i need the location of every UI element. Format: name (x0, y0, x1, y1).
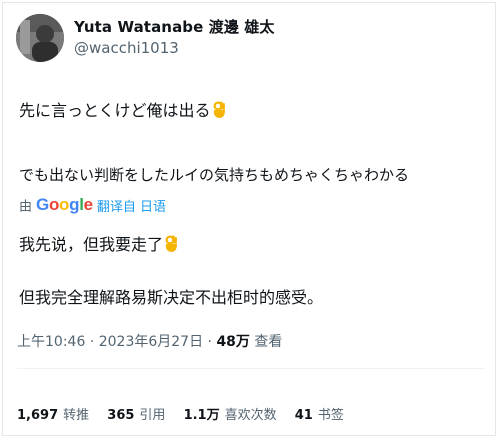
avatar-photo (16, 14, 64, 62)
retweets-label: 转推 (63, 408, 90, 423)
translation-source-link[interactable]: 翻译自 日语 (97, 200, 166, 215)
translation-line-1: 我先说，但我要走了 (19, 231, 178, 257)
tweet-text-line-1: 先に言っとくけど俺は出る (19, 97, 226, 123)
quotes-label: 引用 (139, 408, 166, 423)
divider (17, 368, 485, 369)
meta-separator: · (89, 334, 95, 350)
avatar[interactable] (16, 14, 64, 62)
tweet-card: Yuta Watanabe 渡邊 雄太 @wacchi1013 先に言っとくけど… (2, 2, 496, 436)
likes-label: 喜欢次数 (224, 408, 277, 423)
ok-hand-icon (212, 101, 226, 123)
views-label: 查看 (254, 334, 283, 350)
translation-line-2: 但我完全理解路易斯决定不出柜时的感受。 (19, 288, 324, 307)
quotes-stat[interactable]: 365 引用 (107, 408, 165, 423)
likes-count: 1.1万 (183, 408, 220, 423)
user-display-name[interactable]: Yuta Watanabe 渡邊 雄太 (74, 16, 274, 37)
engagement-stats: 1,697 转推 365 引用 1.1万 喜欢次数 41 书签 (17, 404, 358, 423)
quotes-count: 365 (107, 408, 135, 423)
ok-hand-icon (164, 235, 178, 257)
meta-separator: · (207, 334, 212, 350)
tweet-time[interactable]: 上午10:46 (17, 334, 85, 350)
tweet-date[interactable]: 2023年6月27日 (99, 334, 203, 350)
likes-stat[interactable]: 1.1万 喜欢次数 (184, 408, 277, 423)
views-count: 48万 (216, 334, 250, 350)
google-logo: Google (36, 195, 93, 214)
translation-text-1: 我先说，但我要走了 (19, 235, 164, 254)
translation-attribution: 由 Google 翻译自 日语 (19, 195, 166, 215)
tweet-text-1: 先に言っとくけど俺は出る (19, 101, 211, 120)
user-handle[interactable]: @wacchi1013 (74, 39, 179, 57)
tweet-meta: 上午10:46 · 2023年6月27日 · 48万 查看 (17, 331, 282, 351)
bookmarks-stat[interactable]: 41 书签 (295, 408, 344, 423)
bookmarks-label: 书签 (317, 408, 344, 423)
tweet-text-line-2: でも出ない判断をしたルイの気持ちもめちゃくちゃわかる (19, 166, 410, 184)
retweets-stat[interactable]: 1,697 转推 (17, 408, 89, 423)
bookmarks-count: 41 (294, 408, 313, 423)
retweets-count: 1,697 (17, 408, 59, 423)
translation-by-label: 由 (19, 199, 33, 215)
